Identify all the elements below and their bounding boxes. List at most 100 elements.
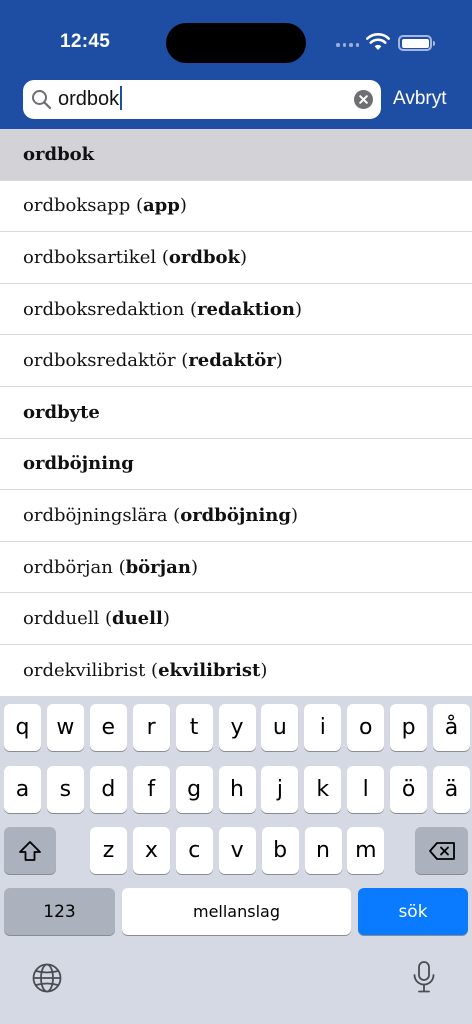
result-word: ordboksredaktör (23, 350, 176, 372)
battery-icon (398, 35, 435, 51)
result-row[interactable]: ordböjning (0, 439, 472, 491)
paren-open: ( (145, 659, 159, 681)
result-word: ordboksredaktion (23, 298, 185, 320)
key-x[interactable]: x (132, 827, 170, 874)
key-å[interactable]: å (433, 704, 470, 751)
key-w[interactable]: w (46, 704, 84, 751)
result-related-word: ordbok (168, 246, 241, 268)
microphone-icon[interactable] (411, 960, 437, 999)
key-f[interactable]: f (132, 766, 170, 813)
paren-open: ( (167, 504, 181, 526)
paren-close: ) (162, 608, 170, 630)
key-l[interactable]: l (347, 766, 385, 813)
text-caret (120, 86, 123, 111)
paren-close: ) (275, 350, 283, 372)
result-related-word: duell (112, 608, 163, 630)
key-h[interactable]: h (218, 766, 256, 813)
key-s[interactable]: s (46, 766, 84, 813)
result-row[interactable]: ordbok (0, 129, 472, 181)
paren-open: ( (156, 246, 169, 268)
paren-close: ) (190, 556, 198, 578)
delete-key[interactable] (415, 827, 468, 874)
result-row[interactable]: ordbörjan (början) (0, 542, 472, 594)
result-row[interactable]: ordboksapp (app) (0, 181, 472, 233)
result-row[interactable]: ordboksartikel (ordbok) (0, 232, 472, 284)
result-row[interactable]: ordbyte (0, 387, 472, 439)
paren-open: ( (112, 556, 126, 578)
key-i[interactable]: i (304, 704, 342, 751)
paren-open: ( (184, 298, 198, 320)
paren-close: ) (179, 195, 187, 217)
paren-close: ) (260, 659, 268, 681)
result-row[interactable]: ordekvilibrist (ekvilibrist) (0, 645, 472, 696)
result-word: ordbyte (23, 401, 100, 423)
wifi-icon (366, 33, 390, 56)
result-related-word: ordböjning (180, 504, 291, 526)
paren-close: ) (290, 504, 298, 526)
result-related-word: redaktion (197, 298, 295, 320)
key-v[interactable]: v (218, 827, 256, 874)
header-bar: 12:45 ordbok Avbryt (0, 0, 472, 129)
key-t[interactable]: t (175, 704, 213, 751)
search-return-key[interactable]: sök (358, 888, 468, 935)
key-c[interactable]: c (175, 827, 213, 874)
result-word: ordböjning (23, 453, 134, 475)
key-k[interactable]: k (304, 766, 342, 813)
clear-search-button[interactable] (354, 90, 373, 109)
result-row[interactable]: ordboksredaktör (redaktör) (0, 335, 472, 387)
key-m[interactable]: m (347, 827, 385, 874)
key-d[interactable]: d (89, 766, 127, 813)
key-b[interactable]: b (261, 827, 299, 874)
key-g[interactable]: g (175, 766, 213, 813)
result-related-word: början (125, 556, 191, 578)
search-results-list: ordbok ordboksapp (app) ordboksartikel (or… (0, 129, 472, 696)
result-row[interactable]: ordböjningslära (ordböjning) (0, 490, 472, 542)
result-word: ordduell (23, 608, 100, 630)
result-row[interactable]: ordduell (duell) (0, 593, 472, 645)
backspace-icon (428, 841, 455, 860)
shift-icon (19, 840, 41, 861)
key-n[interactable]: n (304, 827, 342, 874)
paren-close: ) (240, 246, 248, 268)
result-word: ordboksartikel (23, 246, 157, 268)
key-j[interactable]: j (261, 766, 299, 813)
key-ö[interactable]: ö (390, 766, 428, 813)
result-word: ordbok (23, 143, 95, 165)
paren-open: ( (130, 195, 143, 217)
result-word: ordekvilibrist (23, 659, 146, 681)
cancel-button[interactable]: Avbryt (393, 88, 447, 110)
result-word: ordbörjan (23, 556, 113, 578)
numbers-key[interactable]: 123 (4, 888, 115, 935)
dynamic-island (166, 23, 306, 63)
search-icon (31, 89, 52, 115)
result-word: ordböjningslära (23, 504, 168, 526)
close-icon (359, 95, 368, 104)
search-input[interactable]: ordbok (58, 80, 348, 119)
search-field[interactable]: ordbok (23, 80, 381, 119)
paren-open: ( (99, 608, 112, 630)
key-z[interactable]: z (90, 827, 127, 874)
key-o[interactable]: o (347, 704, 385, 751)
shift-key[interactable] (4, 827, 56, 874)
key-u[interactable]: u (261, 704, 299, 751)
paren-open: ( (175, 350, 189, 372)
cellular-signal-icon (336, 43, 359, 47)
key-e[interactable]: e (89, 704, 127, 751)
result-word: ordboksapp (23, 195, 131, 217)
key-p[interactable]: p (390, 704, 428, 751)
status-time: 12:45 (60, 31, 111, 52)
result-related-word: redaktör (188, 350, 276, 372)
key-a[interactable]: a (4, 766, 41, 813)
result-row[interactable]: ordboksredaktion (redaktion) (0, 284, 472, 336)
paren-close: ) (294, 298, 302, 320)
space-key[interactable]: mellanslag (122, 888, 351, 935)
key-y[interactable]: y (218, 704, 256, 751)
result-related-word: ekvilibrist (158, 659, 261, 681)
on-screen-keyboard: 123 mellanslag sök qwertyuiopå asdfghjklö… (0, 696, 472, 1024)
key-q[interactable]: q (4, 704, 41, 751)
search-query: ordbok (58, 88, 120, 110)
globe-icon[interactable] (31, 962, 63, 999)
key-r[interactable]: r (132, 704, 170, 751)
key-ä[interactable]: ä (433, 766, 470, 813)
result-related-word: app (143, 195, 180, 217)
